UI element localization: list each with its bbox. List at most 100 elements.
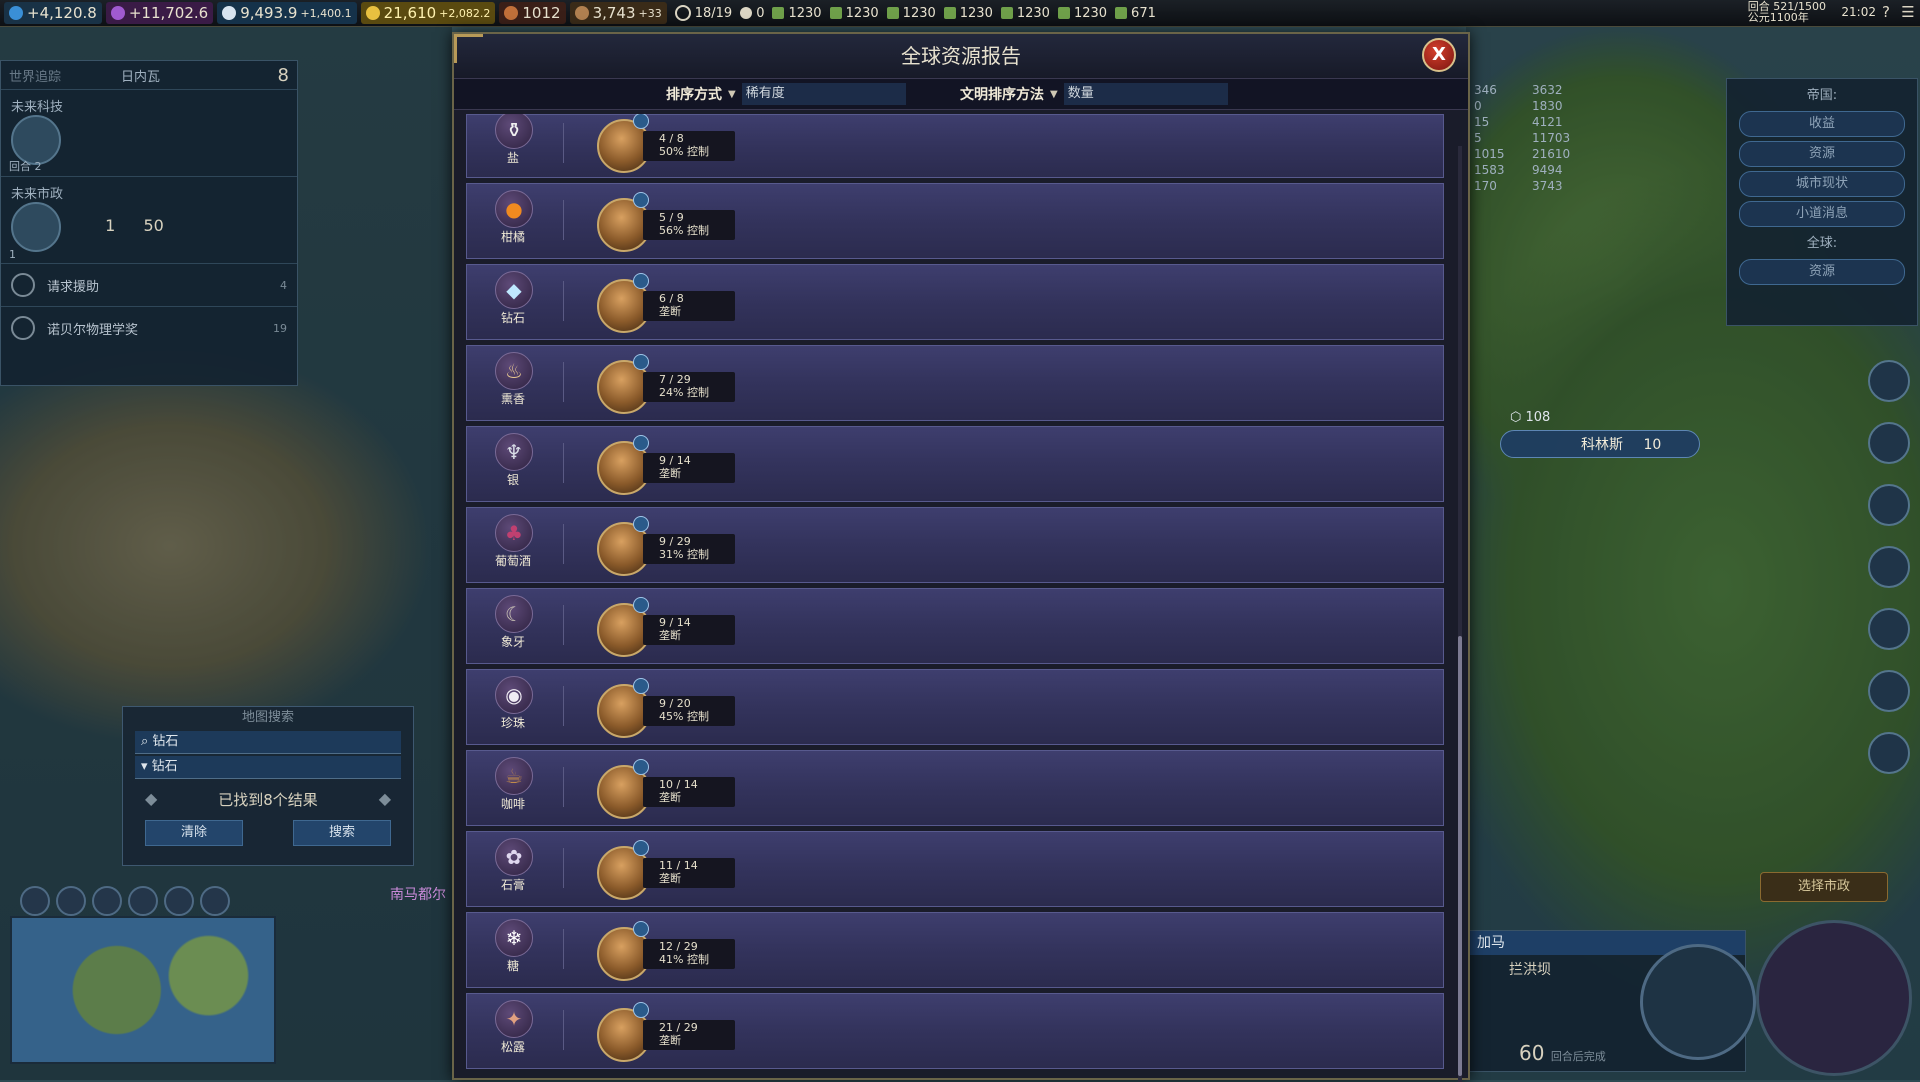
map-filter-icon[interactable] [164,886,194,916]
global-label: 全球: [1806,236,1838,251]
resource-row[interactable]: ✦ 松露 21 / 29 垄断 [466,993,1444,1069]
prev-result-icon[interactable]: ◆ [145,789,157,808]
minimap[interactable] [10,916,276,1064]
sugar-icon: ❄ [495,919,533,957]
resource-row[interactable]: ⚱ 盐 4 / 8 50% 控制 [466,114,1444,178]
map-pin-icon[interactable] [56,886,86,916]
clock: 21:02 [1841,5,1876,19]
science-yield[interactable]: +4,120.8 [4,2,102,24]
strategic-view-icon[interactable] [200,886,230,916]
row-divider [563,281,564,321]
choose-civic-button[interactable]: 选择市政 [1760,872,1888,902]
row-divider [563,123,564,163]
city-health: ⬡ 108 [1510,410,1551,425]
coffee-icon: ☕ [495,757,533,795]
strategic-resource-3[interactable]: 1230 [886,6,936,21]
city-list-icon[interactable] [1868,608,1910,650]
map-search-input[interactable]: ⌕ 钻石 [135,731,401,754]
scrollbar-thumb[interactable] [1458,636,1462,1076]
turn-info: 回合 521/1500 公元1100年 [1747,0,1826,24]
end-turn-button[interactable] [1756,920,1912,1076]
tracker-item-aid[interactable]: 请求援助 4 [1,263,297,306]
player-badge-icon [633,921,649,937]
resource-row[interactable]: ♆ 银 9 / 14 垄断 [466,426,1444,502]
resource-count: 10 / 14 [659,778,698,791]
menu-icon[interactable]: ☰ [1898,2,1918,22]
tourism-yield[interactable]: 1012 [499,2,566,24]
strategic-resource-7[interactable]: 671 [1115,6,1156,21]
resource-row[interactable]: ✿ 石膏 11 / 14 垄断 [466,831,1444,907]
help-icon[interactable]: ? [1876,2,1896,22]
strategic-resource-1[interactable]: 1230 [772,6,822,21]
resource-name: 珍珠 [500,716,525,730]
resource-row[interactable]: ◆ 钻石 6 / 8 垄断 [466,264,1444,340]
resource-row[interactable]: ❄ 糖 12 / 29 41% 控制 [466,912,1444,988]
resource-row[interactable]: ☕ 咖啡 10 / 14 垄断 [466,750,1444,826]
strategic-resource-6[interactable]: 1230 [1057,6,1107,21]
player-badge-icon [633,435,649,451]
religion-icon[interactable] [1868,732,1910,774]
player-badge-icon [633,597,649,613]
strategic-resource-4[interactable]: 1230 [943,6,993,21]
influence-yield[interactable]: 3,743 +33 [569,2,667,24]
resources-report-button[interactable]: 资源 [1739,141,1905,167]
sort-by-dropdown[interactable]: 排序方式 ▼ 稀有度 [666,83,906,105]
map-lens-icon[interactable] [20,886,50,916]
production-turns: 60 回合后完成 [1519,1041,1606,1065]
resource-count: 9 / 29 [659,535,691,548]
great-people-icon[interactable] [1868,670,1910,712]
global-resources-button[interactable]: 资源 [1739,259,1905,285]
resource-row[interactable]: ◉ 珍珠 9 / 20 45% 控制 [466,669,1444,745]
yields-report-button[interactable]: 收益 [1739,111,1905,137]
strategic-resource-2[interactable]: 1230 [829,6,879,21]
aid-icon [11,273,35,297]
player-badge-icon [633,840,649,856]
civ-sort-dropdown[interactable]: 文明排序方法 ▼ 数量 [960,83,1228,105]
resource-list[interactable]: ⚱ 盐 4 / 8 50% 控制 ● 柑橘 5 / 9 56% 控制 ◆ 钻石 6 / 8 垄断 ♨ 熏香… [466,114,1444,1072]
strategic-resource-icon [829,7,842,19]
search-button[interactable]: 搜索 [293,820,391,846]
war-icon[interactable] [1868,484,1910,526]
city-label-nan-madol[interactable]: 南马都尔 [390,884,446,904]
dialog-title: 全球资源报告 [454,34,1468,78]
production-icon[interactable] [1640,944,1756,1060]
civic-tracker[interactable]: 未来市政 1 50 1 [1,176,297,263]
player-badge-icon [633,759,649,775]
diplomacy-icon[interactable] [1868,422,1910,464]
faith-yield[interactable]: 9,493.9 +1,400.1 [217,2,357,24]
map-search-icon[interactable] [128,886,158,916]
envoys[interactable]: 0 [740,6,764,21]
culture-yield[interactable]: +11,702.6 [105,2,214,24]
gold-yield[interactable]: 21,610 +2,082.2 [360,2,496,24]
gypsum-icon: ✿ [495,838,533,876]
tracker-item-nobel[interactable]: 诺贝尔物理学奖 19 [1,306,297,349]
capital-name: 日内瓦 [121,69,161,85]
resource-row[interactable]: ● 柑橘 5 / 9 56% 控制 [466,183,1444,259]
diamond-icon: ◆ [495,271,533,309]
faith-icon [222,6,237,20]
city-banner-corinth[interactable]: 科林斯 10 [1500,430,1700,458]
research-tracker[interactable]: 未来科技 回合 2 [1,89,297,176]
incense-icon: ♨ [495,352,533,390]
world-tracker-tab[interactable]: 世界追踪 [9,66,61,85]
atom-icon [11,316,35,340]
close-button[interactable]: X [1422,38,1456,72]
list-scrollbar[interactable] [1458,146,1462,1082]
notification-icon[interactable] [1868,360,1910,402]
map-search-filter-dropdown[interactable]: ▾ 钻石 [135,756,401,779]
city-status-button[interactable]: 城市现状 [1739,171,1905,197]
resource-row[interactable]: ♨ 熏香 7 / 29 24% 控制 [466,345,1444,421]
player-badge-icon [633,354,649,370]
clear-button[interactable]: 清除 [145,820,243,846]
next-result-icon[interactable]: ◆ [379,789,391,808]
wine-icon: ♣ [495,514,533,552]
player-stats-b: 3632 1830 4121 11703 21610 9494 3743 [1532,83,1571,193]
map-search-result: ◆ 已找到8个结果 ◆ [145,789,391,809]
gossip-button[interactable]: 小道消息 [1739,201,1905,227]
map-options-icon[interactable] [92,886,122,916]
resource-row[interactable]: ♣ 葡萄酒 9 / 29 31% 控制 [466,507,1444,583]
trade-routes[interactable]: 18/19 [674,5,732,21]
resource-row[interactable]: ☾ 象牙 9 / 14 垄断 [466,588,1444,664]
unit-list-icon[interactable] [1868,546,1910,588]
strategic-resource-5[interactable]: 1230 [1000,6,1050,21]
